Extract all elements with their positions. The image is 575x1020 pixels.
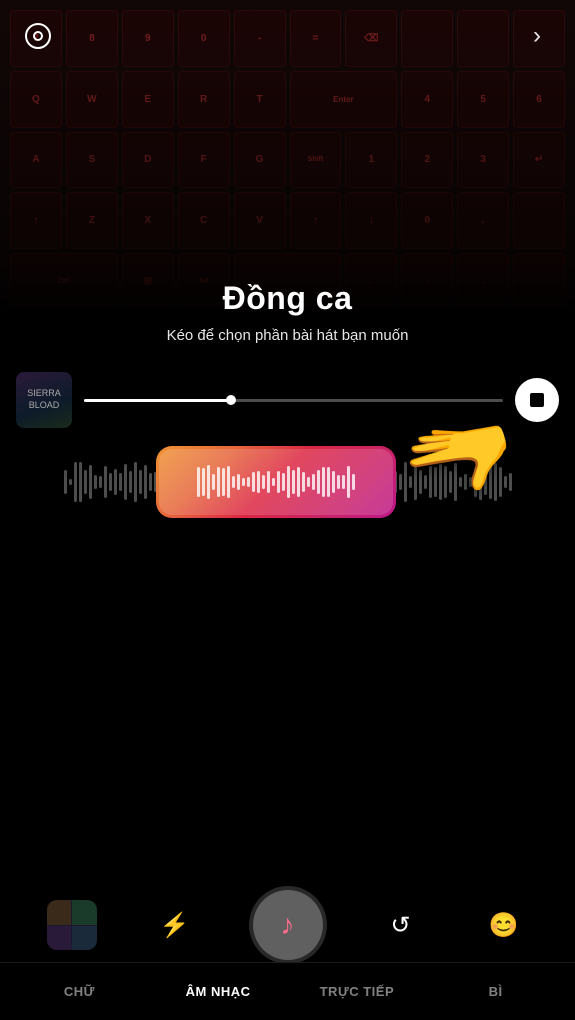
filters-item: 😊 [479, 900, 529, 950]
gallery-button[interactable] [47, 900, 97, 950]
album-thumbnail: SIERRABLOAD [16, 372, 72, 428]
progress-fill [84, 399, 231, 402]
bottom-toolbar: ⚡ ♪ ↺ 😊 [0, 890, 575, 960]
song-subtitle: Kéo để chọn phần bài hát bạn muốn [167, 327, 409, 344]
nav-item-am-nhac[interactable]: ÂM NHẠC [149, 963, 288, 1020]
hand-cursor: 🫳 [395, 398, 524, 521]
gallery-cell [47, 926, 72, 951]
music-note-icon: ♪ [281, 909, 295, 941]
gallery-cell [47, 900, 72, 925]
next-icon[interactable]: › [519, 18, 555, 54]
nav-item-truc-tiep[interactable]: TRỰC TIẾP [288, 963, 427, 1020]
waveform-selector[interactable] [156, 446, 396, 518]
main-content: Đồng ca Kéo để chọn phần bài hát bạn muố… [0, 280, 575, 542]
nav-item-chu[interactable]: CHỮ [10, 963, 149, 1020]
smiley-icon: 😊 [489, 911, 519, 940]
settings-icon[interactable] [20, 18, 56, 54]
lightning-icon: ⚡ [160, 911, 190, 940]
flip-button[interactable]: ↺ [376, 900, 426, 950]
rotate-icon: ↺ [390, 911, 410, 940]
gallery-grid [47, 900, 97, 950]
progress-bar[interactable] [84, 399, 503, 402]
effects-item: ⚡ [150, 900, 200, 950]
song-title: Đồng ca [223, 280, 353, 317]
stop-button[interactable] [515, 378, 559, 422]
nav-item-bi[interactable]: BÌ [426, 963, 565, 1020]
waveform-area[interactable]: 🫳 [0, 442, 575, 522]
progress-thumb [226, 395, 236, 405]
gallery-cell [72, 900, 97, 925]
effects-button[interactable]: ⚡ [150, 900, 200, 950]
stop-icon [530, 393, 544, 407]
bottom-nav: CHỮ ÂM NHẠC TRỰC TIẾP BÌ [0, 962, 575, 1020]
music-item: ♪ [253, 890, 323, 960]
top-bar: › [0, 18, 575, 54]
flip-item: ↺ [376, 900, 426, 950]
filters-button[interactable]: 😊 [479, 900, 529, 950]
music-button[interactable]: ♪ [253, 890, 323, 960]
album-art: SIERRABLOAD [16, 372, 72, 428]
selector-inner [159, 449, 393, 515]
gallery-cell [72, 926, 97, 951]
gallery-item [47, 900, 97, 950]
